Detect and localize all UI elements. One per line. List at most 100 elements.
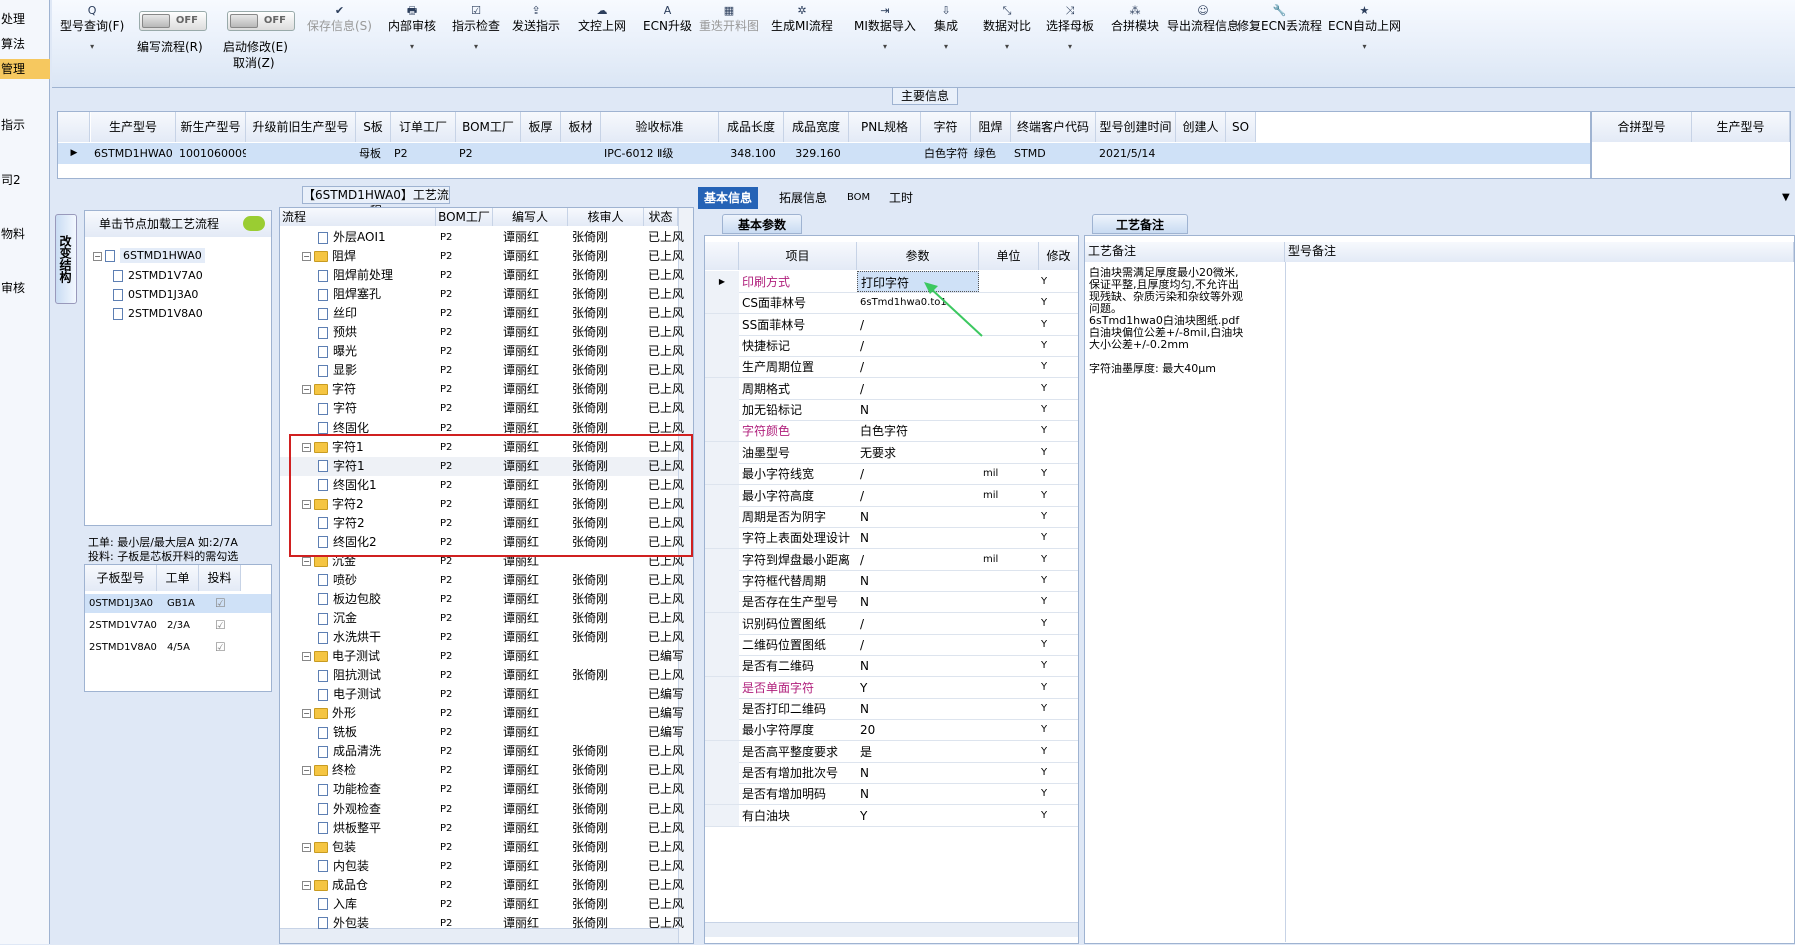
- row-header[interactable]: [705, 548, 739, 570]
- param-value[interactable]: 无要求: [860, 442, 978, 464]
- instruction-check-button[interactable]: ☑ 指示检查 ▾: [452, 4, 500, 51]
- flow-row[interactable]: 曝光 P2 谭丽红 张倚刚 已上风: [280, 342, 684, 361]
- param-value[interactable]: N: [860, 506, 978, 528]
- flow-node[interactable]: 阻焊前处理: [318, 266, 436, 285]
- row-header[interactable]: [705, 804, 739, 826]
- column-header[interactable]: 阻焊: [971, 112, 1011, 142]
- flow-row[interactable]: 喷砂 P2 谭丽红 张倚刚 已上风: [280, 571, 684, 590]
- start-modify-toggle[interactable]: OFF: [227, 11, 295, 31]
- subtab-process-notes[interactable]: 工艺备注: [1092, 214, 1188, 234]
- column-header[interactable]: 型号备注: [1285, 242, 1794, 262]
- column-header[interactable]: 板厚: [521, 112, 561, 142]
- param-value[interactable]: Y: [860, 677, 978, 699]
- column-header[interactable]: 投料: [199, 565, 241, 591]
- table-row[interactable]: 0STMD1J3A0 GB1A ☑: [85, 594, 271, 613]
- flow-row[interactable]: 入库 P2 谭丽红 张倚刚 已上风: [280, 895, 684, 914]
- column-header[interactable]: PNL规格: [849, 112, 921, 142]
- param-value[interactable]: /: [860, 463, 978, 485]
- flow-row[interactable]: 字符 P2 谭丽红 张倚刚 已上风: [280, 399, 684, 418]
- row-header[interactable]: [705, 569, 739, 591]
- row-header[interactable]: ▶: [705, 271, 739, 292]
- param-value[interactable]: /: [860, 634, 978, 656]
- param-value[interactable]: /: [860, 356, 978, 378]
- flow-row[interactable]: 阻抗测试 P2 谭丽红 张倚刚 已上风: [280, 666, 684, 685]
- param-row[interactable]: 字符框代替周期 N Y: [705, 569, 1078, 592]
- param-row[interactable]: 最小字符高度 / mil Y: [705, 484, 1078, 507]
- tree-node[interactable]: 2STMD1V8A0: [113, 307, 203, 320]
- flow-row[interactable]: 阻焊前处理 P2 谭丽红 张倚刚 已上风: [280, 266, 684, 285]
- generate-mi-flow-button[interactable]: ✲ 生成MI流程: [771, 4, 833, 34]
- flow-node[interactable]: 曝光: [318, 342, 436, 361]
- collapse-icon[interactable]: −: [302, 252, 311, 262]
- param-row[interactable]: 字符上表面处理设计 N Y: [705, 527, 1078, 550]
- tab-work-hours[interactable]: 工时: [883, 187, 919, 209]
- flow-node[interactable]: 铣板: [318, 723, 436, 742]
- column-header[interactable]: 工单: [157, 565, 199, 591]
- param-value[interactable]: N: [860, 527, 978, 549]
- row-header[interactable]: [705, 612, 739, 634]
- mi-data-import-button[interactable]: ⇥ MI数据导入 ▾: [854, 4, 916, 51]
- param-row[interactable]: ▶ 印刷方式 打印字符 Y: [705, 271, 1078, 293]
- param-row[interactable]: 是否单面字符 Y Y: [705, 676, 1078, 699]
- param-value[interactable]: N: [860, 570, 978, 592]
- flow-row[interactable]: 水洗烘干 P2 谭丽红 张倚刚 已上风: [280, 628, 684, 647]
- param-row[interactable]: 是否有二维码 N Y: [705, 655, 1078, 678]
- collapse-icon[interactable]: −: [302, 842, 311, 852]
- flow-row[interactable]: 板边包胶 P2 谭丽红 张倚刚 已上风: [280, 590, 684, 609]
- param-value[interactable]: /: [860, 378, 978, 400]
- flow-node[interactable]: − 阻焊: [302, 247, 436, 266]
- dropdown-arrow-icon[interactable]: ▾: [452, 42, 500, 51]
- flow-node[interactable]: 板边包胶: [318, 590, 436, 609]
- column-header[interactable]: 工艺备注: [1085, 242, 1285, 262]
- param-row[interactable]: 字符颜色 白色字符 Y: [705, 420, 1078, 443]
- row-header[interactable]: [705, 420, 739, 442]
- internal-review-button[interactable]: 🖶 内部审核 ▾: [388, 4, 436, 51]
- row-header[interactable]: [705, 633, 739, 655]
- repair-ecn-flow-button[interactable]: 🔧 修复ECN丢流程: [1237, 4, 1322, 34]
- flow-node[interactable]: 沉金: [318, 609, 436, 628]
- flow-node[interactable]: 水洗烘干: [318, 628, 436, 647]
- param-row[interactable]: 是否打印二维码 N Y: [705, 698, 1078, 720]
- param-value[interactable]: /: [860, 549, 978, 571]
- send-instruction-button[interactable]: ⇪ 发送指示: [512, 4, 560, 34]
- column-header[interactable]: 验收标准: [601, 112, 719, 142]
- row-header[interactable]: [705, 698, 739, 719]
- param-row[interactable]: 识别码位置图纸 / Y: [705, 612, 1078, 635]
- param-row[interactable]: 生产周期位置 / Y: [705, 356, 1078, 379]
- tree-node-label[interactable]: 2STMD1V7A0: [128, 269, 203, 282]
- flow-row[interactable]: 内包装 P2 谭丽红 张倚刚 已上风: [280, 857, 684, 876]
- row-header[interactable]: [705, 719, 739, 741]
- flow-node[interactable]: 入库: [318, 895, 436, 914]
- param-value[interactable]: /: [860, 613, 978, 635]
- column-header[interactable]: 创建人: [1176, 112, 1226, 142]
- column-header[interactable]: 型号创建时间: [1096, 112, 1176, 142]
- row-header[interactable]: [705, 740, 739, 762]
- column-header[interactable]: 板材: [561, 112, 601, 142]
- flow-node[interactable]: 成品清洗: [318, 742, 436, 761]
- column-header[interactable]: 单位: [979, 242, 1039, 270]
- subtab-basic-params[interactable]: 基本参数: [722, 214, 802, 234]
- ecn-auto-online-button[interactable]: ★ ECN自动上网 ▾: [1328, 4, 1401, 51]
- column-header[interactable]: 升级前旧生产型号: [246, 112, 356, 142]
- param-value[interactable]: N: [860, 783, 978, 805]
- param-row[interactable]: 最小字符线宽 / mil Y: [705, 463, 1078, 486]
- flow-node[interactable]: 丝印: [318, 304, 436, 323]
- param-value[interactable]: 白色字符: [860, 420, 978, 442]
- row-header[interactable]: [705, 655, 739, 677]
- flow-row[interactable]: − 成品仓 P2 谭丽红 张倚刚 已上风: [280, 876, 684, 895]
- column-header[interactable]: 字符: [921, 112, 971, 142]
- param-row[interactable]: 是否存在生产型号 N Y: [705, 591, 1078, 614]
- export-flow-info-button[interactable]: ☺ 导出流程信息: [1167, 4, 1239, 34]
- collapse-icon[interactable]: −: [302, 709, 311, 719]
- tree-node[interactable]: 2STMD1V7A0: [113, 269, 203, 282]
- data-compare-button[interactable]: ⤡ 数据对比 ▾: [983, 4, 1031, 51]
- collapse-icon[interactable]: −: [302, 556, 311, 566]
- flow-row[interactable]: − 外形 P2 谭丽红 已编写: [280, 704, 684, 723]
- flow-node[interactable]: 阻抗测试: [318, 666, 436, 685]
- param-row[interactable]: 周期是否为阴字 N Y: [705, 505, 1078, 528]
- param-value[interactable]: N: [860, 762, 978, 784]
- nav-item[interactable]: 指示: [0, 115, 50, 135]
- checkbox[interactable]: ☑: [215, 638, 226, 657]
- flow-row[interactable]: 功能检查 P2 谭丽红 张倚刚 已上风: [280, 780, 684, 799]
- collapse-icon[interactable]: −: [302, 880, 311, 890]
